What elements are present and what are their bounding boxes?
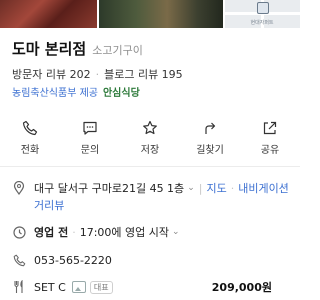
location-pin-icon <box>10 181 28 195</box>
blog-reviews-link[interactable]: 블로그 리뷰 195 <box>104 66 183 82</box>
title-row: 도마 본리점 소고기구이 <box>12 38 143 59</box>
review-row: 방문자 리뷰 202 · 블로그 리뷰 195 <box>12 66 183 82</box>
signature-badge: 대표 <box>89 280 113 294</box>
share-label: 공유 <box>260 145 280 156</box>
navigation-link[interactable]: 내비게이션 <box>238 180 289 196</box>
food-photo[interactable] <box>0 0 98 28</box>
separator: · <box>72 225 76 239</box>
inquiry-button[interactable]: 문의 <box>60 114 120 160</box>
call-label: 전화 <box>20 145 40 156</box>
separator: | <box>198 181 203 195</box>
directions-icon <box>205 122 216 134</box>
share-icon <box>263 121 277 135</box>
section-divider <box>0 166 300 167</box>
street-view-link[interactable]: 거리뷰 <box>34 197 64 213</box>
call-button[interactable]: 전화 <box>0 114 60 160</box>
save-button[interactable]: 저장 <box>120 114 180 160</box>
place-category: 소고기구이 <box>92 44 143 57</box>
map-marker-icon <box>256 2 269 14</box>
clock-icon <box>10 225 28 239</box>
star-icon <box>143 120 157 135</box>
directions-button[interactable]: 길찾기 <box>180 114 240 160</box>
address-text[interactable]: 대구 달서구 구마로21길 45 1층 <box>34 180 184 196</box>
hours-detail: 17:00에 영업 시작 <box>79 226 169 239</box>
map-thumbnail[interactable]: 현대자퍼트 <box>224 0 300 28</box>
hours-status: 영업 전 <box>34 226 69 239</box>
provider-text: 농림축산식품부 제공 <box>12 88 98 99</box>
chat-icon <box>83 121 97 135</box>
interior-photo[interactable] <box>99 0 223 28</box>
visitor-reviews-link[interactable]: 방문자 리뷰 202 <box>12 66 91 82</box>
address-row: 대구 달서구 구마로21길 45 1층 ⌄ | 지도 · 내비게이션 <box>10 180 289 196</box>
photo-strip[interactable]: 현대자퍼트 <box>0 0 300 28</box>
chevron-down-icon[interactable]: ⌄ <box>172 227 180 237</box>
safe-restaurant-logo: 안심식당 <box>102 88 140 99</box>
map-label: 현대자퍼트 <box>250 20 274 26</box>
provider-row: 농림축산식품부 제공 안심식당 <box>12 84 140 99</box>
map-link[interactable]: 지도 <box>206 180 226 196</box>
utensils-icon <box>10 280 28 294</box>
phone-row[interactable]: 053-565-2220 <box>10 253 112 267</box>
phone-icon <box>22 120 38 136</box>
share-button[interactable]: 공유 <box>240 114 300 160</box>
place-name: 도마 본리점 <box>12 40 87 58</box>
menu-name: SET C <box>34 280 66 294</box>
image-icon <box>71 281 86 293</box>
separator: · <box>230 181 235 195</box>
hours-row[interactable]: 영업 전 · 17:00에 영업 시작 ⌄ <box>10 224 180 240</box>
phone-number[interactable]: 053-565-2220 <box>34 254 112 267</box>
save-label: 저장 <box>140 145 160 156</box>
chevron-down-icon[interactable]: ⌄ <box>187 183 195 193</box>
menu-price: 209,000원 <box>211 281 272 294</box>
action-bar: 전화 문의 저장 길찾기 공유 <box>0 114 300 160</box>
menu-row[interactable]: SET C 대표 209,000원 <box>10 280 290 294</box>
inquiry-label: 문의 <box>80 145 100 156</box>
phone-icon <box>10 253 28 267</box>
separator-dot: · <box>95 67 100 81</box>
directions-label: 길찾기 <box>196 145 224 156</box>
